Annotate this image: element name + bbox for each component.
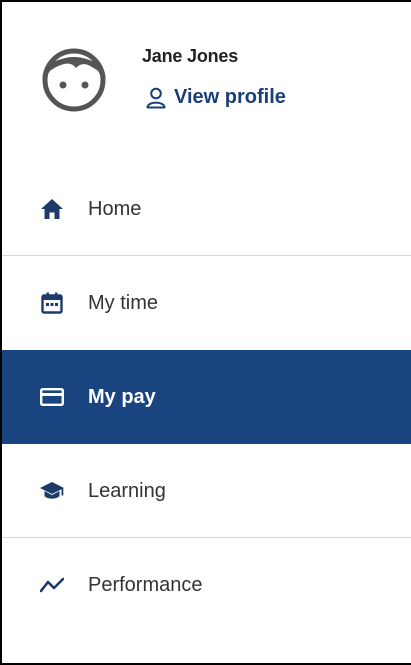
view-profile-label: View profile (174, 86, 286, 108)
avatar-face-icon (42, 48, 106, 112)
nav-menu: Home My time My pay Learning Performance (2, 162, 411, 632)
home-icon (38, 195, 66, 223)
nav-item-label: My pay (88, 385, 156, 408)
nav-item-label: Learning (88, 479, 166, 502)
calendar-icon (38, 289, 66, 317)
nav-item-performance[interactable]: Performance (2, 538, 411, 632)
view-profile-link[interactable]: View profile (146, 86, 286, 109)
nav-item-label: Home (88, 197, 142, 220)
person-outline-icon (146, 87, 166, 108)
trend-line-icon (38, 571, 66, 599)
nav-item-my-time[interactable]: My time (2, 256, 411, 350)
profile-section: Jane Jones View profile (2, 2, 411, 162)
nav-item-home[interactable]: Home (2, 162, 411, 256)
side-nav-panel: Jane Jones View profile Home My time My … (0, 0, 411, 665)
nav-item-label: Performance (88, 573, 203, 596)
nav-item-my-pay[interactable]: My pay (2, 350, 411, 444)
nav-item-label: My time (88, 291, 158, 314)
user-name: Jane Jones (142, 46, 239, 66)
nav-item-learning[interactable]: Learning (2, 444, 411, 538)
credit-card-icon (38, 383, 66, 411)
graduation-cap-icon (38, 477, 66, 505)
avatar[interactable] (40, 42, 108, 114)
